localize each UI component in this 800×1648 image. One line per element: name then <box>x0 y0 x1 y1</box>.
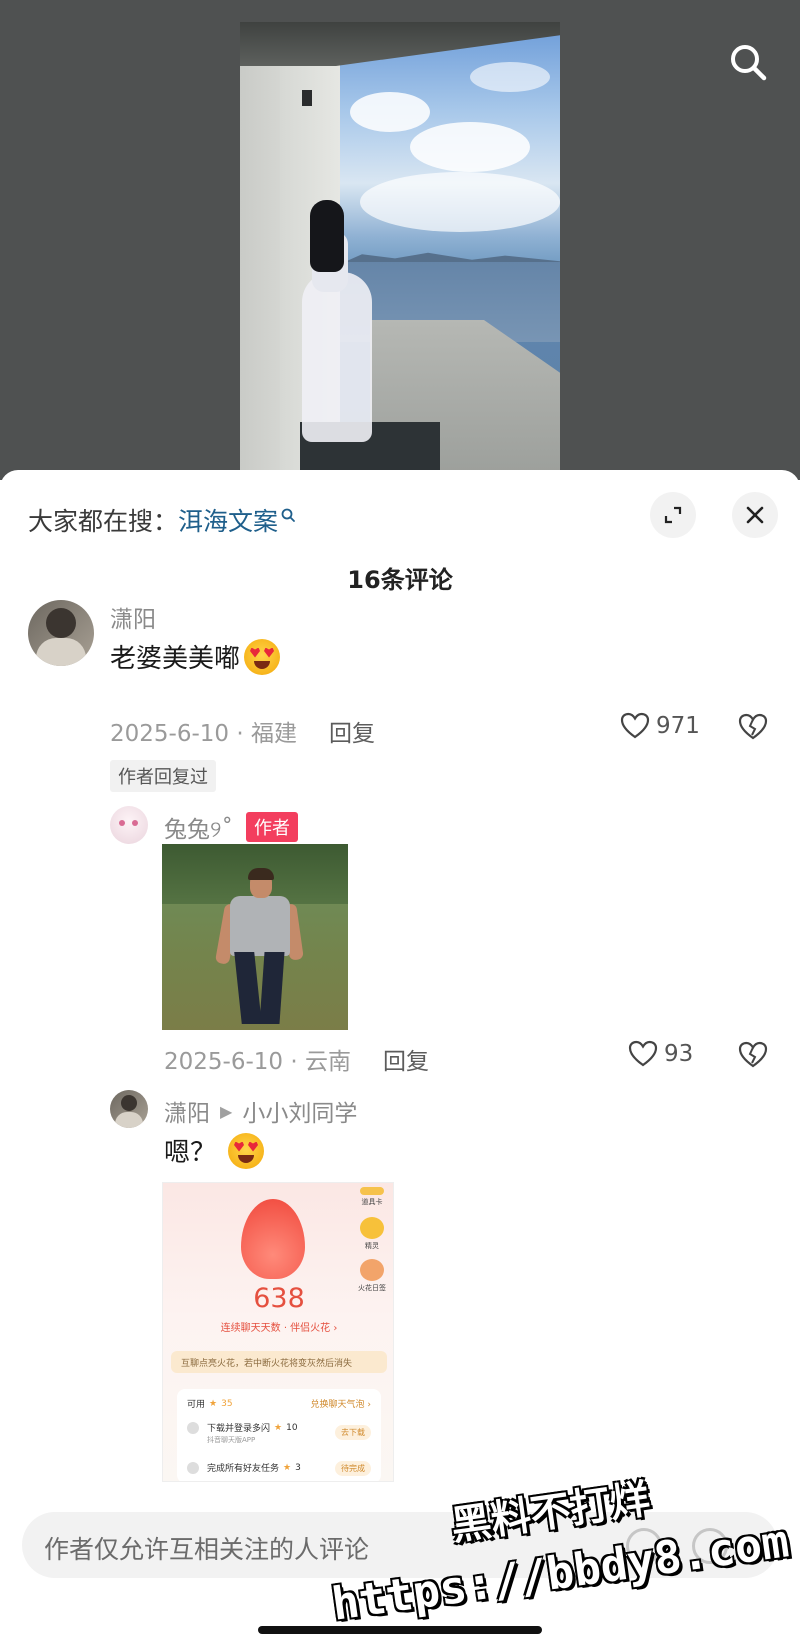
reply-button[interactable]: 回复 <box>383 1042 429 1076</box>
avatar[interactable] <box>28 600 94 666</box>
reply-screenshot-image[interactable]: 638 连续聊天天数 · 伴侣火花 › 互聊点亮火花，若中断火花将变灰然后消失 … <box>162 1182 394 1482</box>
comment-date-location: 2025-6-10 · 福建 <box>110 721 297 747</box>
like-count: 93 <box>664 1041 694 1067</box>
emoji-icon[interactable] <box>692 1528 728 1564</box>
author-badge: 作者 <box>246 812 298 842</box>
small-search-icon <box>281 508 295 522</box>
expand-icon <box>664 506 682 524</box>
trending-prefix: 大家都在搜： <box>28 507 179 536</box>
avatar[interactable] <box>110 1090 148 1128</box>
reply-date-location: 2025-6-10 · 云南 <box>164 1049 351 1075</box>
task-panel: 可用 ★ 35 兑换聊天气泡 › 下载并登录多闪 ★ 10 抖音聊天版APP 去… <box>177 1389 381 1481</box>
reply-username-row: 潇阳 ▶ 小小刘同学 <box>164 1094 357 1128</box>
search-icon <box>731 45 767 81</box>
reply-body: 嗯？ <box>164 1138 217 1168</box>
comment-sheet: 大家都在搜： 洱海文案 16条评论 潇阳 老婆美美嘟 2025-6-10 · 福… <box>0 470 800 1648</box>
reply-username[interactable]: 兔兔୨˚ <box>164 810 233 844</box>
author-replied-tag: 作者回复过 <box>110 760 216 792</box>
heart-eyes-emoji-icon <box>228 1132 265 1169</box>
streak-tip: 互聊点亮火花，若中断火花将变灰然后消失 <box>171 1351 387 1373</box>
home-indicator <box>258 1626 542 1634</box>
trending-search-link[interactable]: 洱海文案 <box>178 502 296 538</box>
avatar[interactable] <box>110 806 148 844</box>
close-button[interactable] <box>732 492 778 538</box>
side-item-sprite: 精灵 <box>357 1217 387 1251</box>
video-thumbnail <box>240 22 560 470</box>
comment-body: 老婆美美嘟 <box>110 644 241 674</box>
side-item-props: 道具卡 <box>357 1187 387 1207</box>
expand-button[interactable] <box>650 492 696 538</box>
available-row: 可用 ★ 35 兑换聊天气泡 › <box>187 1398 371 1411</box>
flame-icon <box>241 1199 305 1279</box>
input-placeholder: 作者仅允许互相关注的人评论 <box>44 1535 370 1564</box>
like-button[interactable]: 93 <box>628 1040 693 1068</box>
close-icon <box>746 506 764 524</box>
like-button[interactable]: 971 <box>620 712 700 740</box>
comment-count: 16条评论 <box>347 566 453 594</box>
reply-image[interactable] <box>162 844 348 1030</box>
comment-text: 老婆美美嘟 <box>110 638 281 675</box>
streak-subtitle: 连续聊天天数 · 伴侣火花 › <box>220 1323 338 1334</box>
broken-heart-icon <box>738 1041 768 1068</box>
comment-input[interactable]: 作者仅允许互相关注的人评论 <box>22 1512 778 1578</box>
reply-target-username[interactable]: 小小刘同学 <box>242 1094 357 1128</box>
heart-eyes-emoji-icon <box>244 638 281 675</box>
heart-outline-icon <box>628 1040 658 1067</box>
video-background <box>0 0 800 480</box>
comment-username[interactable]: 潇阳 <box>110 600 156 634</box>
heart-outline-icon <box>620 712 650 739</box>
comment-meta: 2025-6-10 · 福建 回复 <box>110 714 375 748</box>
reply-text: 嗯？ <box>164 1132 265 1169</box>
task-pending-button: 待完成 <box>335 1461 371 1476</box>
broken-heart-icon <box>738 713 768 740</box>
dislike-button[interactable] <box>736 1038 770 1072</box>
trending-search-row: 大家都在搜： 洱海文案 <box>28 502 296 538</box>
reply-arrow-icon: ▶ <box>220 1101 233 1121</box>
task-download-button: 去下载 <box>335 1425 371 1440</box>
reply-meta: 2025-6-10 · 云南 回复 <box>164 1042 429 1076</box>
trending-query: 洱海文案 <box>178 507 279 536</box>
side-item-daily-sign: 火花日签 <box>357 1259 387 1293</box>
search-button[interactable] <box>726 40 770 84</box>
reply-username[interactable]: 潇阳 <box>164 1094 210 1128</box>
reply-button[interactable]: 回复 <box>329 714 375 748</box>
like-count: 971 <box>656 713 700 739</box>
at-mention-icon[interactable] <box>626 1528 662 1564</box>
dislike-button[interactable] <box>736 710 770 744</box>
